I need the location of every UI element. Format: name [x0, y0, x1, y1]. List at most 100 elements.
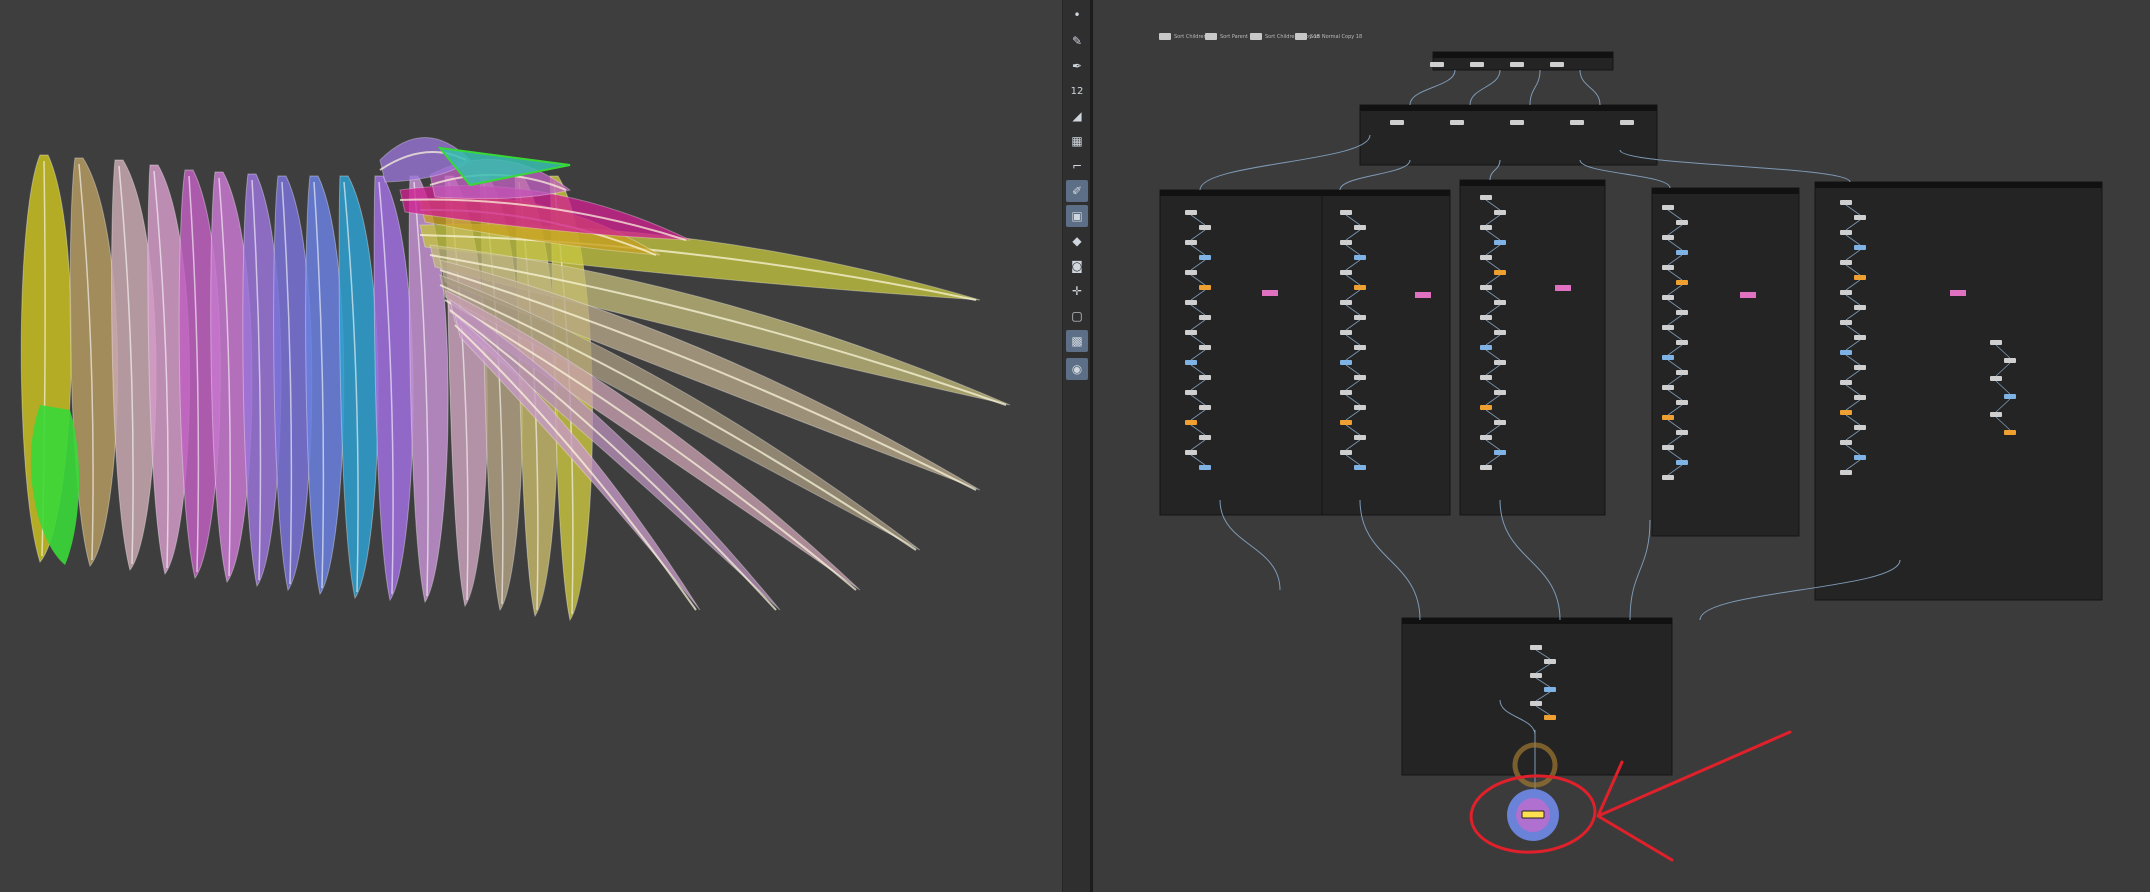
subnet-chain-1[interactable]	[1159, 189, 1323, 516]
graph-node[interactable]	[1340, 420, 1352, 425]
graph-node[interactable]	[1662, 355, 1674, 360]
graph-node[interactable]	[1840, 230, 1852, 235]
graph-node[interactable]	[1662, 265, 1674, 270]
graph-node[interactable]	[1570, 120, 1584, 125]
subnet-hub[interactable]	[1359, 104, 1658, 166]
graph-node[interactable]	[1480, 255, 1492, 260]
subnet-chain-2[interactable]	[1321, 189, 1451, 516]
camera-icon[interactable]: ◙	[1066, 255, 1088, 277]
graph-node[interactable]	[1185, 360, 1197, 365]
graph-node[interactable]	[1480, 465, 1492, 470]
graph-node[interactable]	[1354, 405, 1366, 410]
graph-node[interactable]	[1480, 435, 1492, 440]
graph-node[interactable]	[1185, 330, 1197, 335]
graph-node[interactable]	[1840, 320, 1852, 325]
graph-node[interactable]	[1340, 210, 1352, 215]
ruler-icon[interactable]: ⌐	[1066, 155, 1088, 177]
graph-node[interactable]	[1840, 290, 1852, 295]
graph-node[interactable]	[1510, 62, 1524, 67]
switch-node[interactable]	[1262, 290, 1278, 296]
graph-node[interactable]	[1676, 280, 1688, 285]
graph-node[interactable]	[1676, 430, 1688, 435]
subnet-chain-5[interactable]	[1814, 181, 2103, 601]
select-dot-icon[interactable]: •	[1066, 4, 1088, 26]
graph-node[interactable]	[1185, 420, 1197, 425]
graph-node[interactable]	[1854, 245, 1866, 250]
graph-node[interactable]	[1530, 645, 1542, 650]
graph-node[interactable]	[1990, 376, 2002, 381]
counter-icon[interactable]: 12	[1066, 80, 1088, 102]
graph-node[interactable]	[1470, 62, 1484, 67]
graph-node[interactable]	[1354, 255, 1366, 260]
graph-node[interactable]	[1494, 390, 1506, 395]
graph-node[interactable]	[1530, 673, 1542, 678]
graph-node[interactable]	[1199, 465, 1211, 470]
graph-node[interactable]	[1662, 385, 1674, 390]
graph-node[interactable]	[1354, 345, 1366, 350]
graph-node[interactable]	[1480, 375, 1492, 380]
graph-node[interactable]	[1354, 315, 1366, 320]
node-network-editor[interactable]: Sort Children Sort Parent Sort Children Co…	[1093, 0, 2150, 892]
subnet-merge[interactable]	[1401, 617, 1673, 776]
graph-node[interactable]	[1340, 270, 1352, 275]
graph-node[interactable]	[1354, 285, 1366, 290]
graph-node[interactable]	[1185, 210, 1197, 215]
subnet-chain-4[interactable]	[1651, 187, 1800, 537]
graph-node[interactable]	[1840, 350, 1852, 355]
graph-node[interactable]	[1494, 210, 1506, 215]
graph-node[interactable]	[1544, 659, 1556, 664]
graph-node[interactable]	[1185, 390, 1197, 395]
graph-node[interactable]	[1199, 435, 1211, 440]
graph-node[interactable]	[1185, 450, 1197, 455]
graph-node[interactable]	[1199, 375, 1211, 380]
graph-node[interactable]	[1510, 120, 1524, 125]
graph-node[interactable]	[1354, 435, 1366, 440]
graph-node[interactable]	[1676, 310, 1688, 315]
graph-node[interactable]	[1676, 400, 1688, 405]
graph-node[interactable]	[1530, 701, 1542, 706]
grid-view-icon[interactable]: ▣	[1066, 205, 1088, 227]
switch-node[interactable]	[1415, 292, 1431, 298]
graph-node[interactable]	[1340, 240, 1352, 245]
brush-icon[interactable]: ✎	[1066, 30, 1088, 52]
graph-node[interactable]	[1340, 450, 1352, 455]
3d-viewport[interactable]	[0, 0, 1062, 892]
graph-node[interactable]	[1620, 120, 1634, 125]
eraser-icon[interactable]: ◢	[1066, 105, 1088, 127]
switch-node[interactable]	[1740, 292, 1756, 298]
graph-node[interactable]	[1840, 380, 1852, 385]
graph-node[interactable]	[1480, 285, 1492, 290]
graph-node[interactable]	[1199, 225, 1211, 230]
graph-node[interactable]	[1854, 305, 1866, 310]
node-graph[interactable]	[1093, 0, 2150, 892]
graph-node[interactable]	[1662, 325, 1674, 330]
pen-icon[interactable]: ✒	[1066, 55, 1088, 77]
graph-node[interactable]	[1840, 440, 1852, 445]
graph-node[interactable]	[1480, 225, 1492, 230]
graph-node[interactable]	[1199, 405, 1211, 410]
graph-node[interactable]	[1354, 465, 1366, 470]
switch-node[interactable]	[1950, 290, 1966, 296]
graph-node[interactable]	[1676, 220, 1688, 225]
graph-node[interactable]	[1662, 295, 1674, 300]
graph-node[interactable]	[1480, 315, 1492, 320]
diamond-icon[interactable]: ◆	[1066, 230, 1088, 252]
graph-node[interactable]	[1480, 195, 1492, 200]
graph-node[interactable]	[1199, 315, 1211, 320]
graph-node[interactable]	[1494, 420, 1506, 425]
graph-node[interactable]	[1662, 445, 1674, 450]
graph-node[interactable]	[1544, 715, 1556, 720]
graph-node[interactable]	[1662, 415, 1674, 420]
graph-node[interactable]	[2004, 430, 2016, 435]
graph-node[interactable]	[1676, 340, 1688, 345]
stamp-icon[interactable]: ▦	[1066, 130, 1088, 152]
graph-node[interactable]	[1494, 300, 1506, 305]
graph-node[interactable]	[1676, 370, 1688, 375]
graph-node[interactable]	[1854, 215, 1866, 220]
graph-node[interactable]	[1199, 345, 1211, 350]
graph-node[interactable]	[1494, 240, 1506, 245]
graph-node[interactable]	[1840, 470, 1852, 475]
graph-node[interactable]	[1550, 62, 1564, 67]
axis-icon[interactable]: ✛	[1066, 280, 1088, 302]
graph-node[interactable]	[1185, 270, 1197, 275]
